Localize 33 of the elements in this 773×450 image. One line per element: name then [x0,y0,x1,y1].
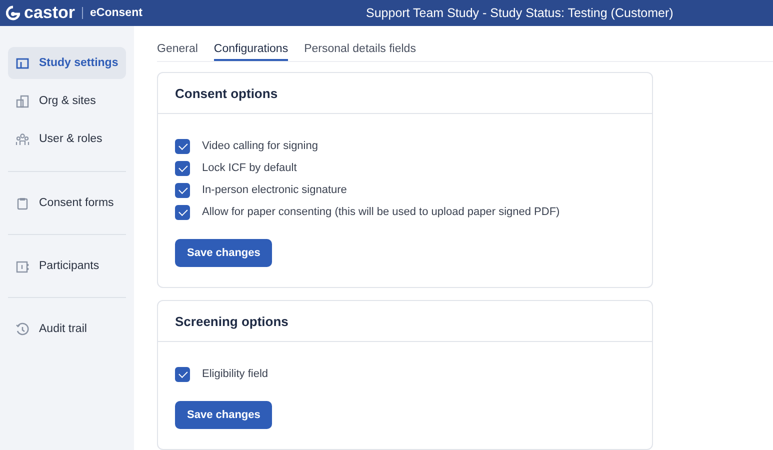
save-button[interactable]: Save changes [175,239,272,267]
clipboard-icon [15,196,30,210]
checkbox[interactable] [175,182,190,198]
study-title: Support Team Study - Study Status: Testing (Customer) [366,6,674,20]
option-label: Lock ICF by default [202,162,297,174]
option-label: Allow for paper consenting (this will be used to upload paper signed PDF) [202,206,560,218]
people-icon [15,132,30,146]
tab[interactable]: General [157,42,198,61]
folder-icon [15,56,30,70]
sidebar-item[interactable]: User & roles [8,123,126,155]
checkbox[interactable] [175,160,190,176]
checkbox[interactable] [175,138,190,154]
sidebar-item[interactable]: Consent forms [8,185,126,221]
sidebar-item[interactable]: Participants [8,248,126,284]
tab[interactable]: Personal details fields [304,42,416,61]
option-label: Eligibility field [202,368,268,380]
option-label: In-person electronic signature [202,184,347,196]
option-label: Video calling for signing [202,140,318,152]
checkbox[interactable] [175,366,190,382]
tab[interactable]: Configurations [214,42,288,61]
logo-text: castor [24,3,76,23]
save-button[interactable]: Save changes [175,401,272,429]
sidebar-item[interactable]: Audit trail [8,311,126,347]
logo-icon [6,5,20,21]
buildings-icon [15,94,30,108]
checkbox[interactable] [175,204,190,220]
product-name: eConsent [82,7,142,19]
history-icon [15,322,30,336]
id-card-icon [15,258,30,274]
card-title: Screening options [175,314,288,328]
sidebar-item[interactable]: Study settings [8,47,126,79]
sidebar-item[interactable]: Org & sites [8,85,126,117]
card-title: Consent options [175,86,278,100]
